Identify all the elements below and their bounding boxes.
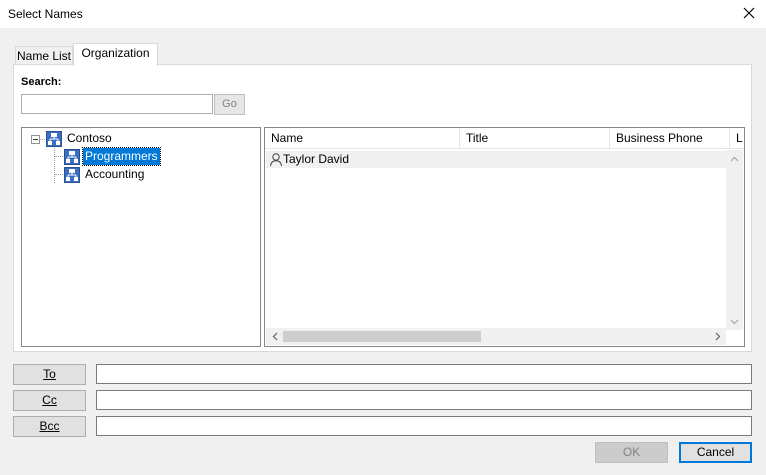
cancel-button-label: Cancel (696, 445, 735, 459)
tree-item-label: Contoso (67, 131, 112, 145)
bcc-field[interactable] (96, 416, 752, 436)
close-icon (743, 7, 755, 19)
cc-button-label: Cc (42, 393, 57, 407)
vertical-scrollbar[interactable] (726, 150, 743, 330)
scroll-up-button[interactable] (726, 150, 743, 167)
ok-button[interactable]: OK (595, 442, 668, 463)
collapse-toggle-icon[interactable] (31, 135, 40, 144)
tab-name-list-label: Name List (16, 49, 72, 63)
cancel-button[interactable]: Cancel (679, 442, 752, 463)
bcc-button[interactable]: Bcc (13, 416, 86, 437)
tab-organization[interactable]: Organization (73, 43, 158, 66)
to-button-label: To (43, 367, 56, 381)
go-button-label: Go (222, 98, 237, 110)
to-field[interactable] (96, 364, 752, 384)
contact-list[interactable]: Name Title Business Phone L Taylor David (264, 127, 745, 347)
scroll-right-button[interactable] (709, 328, 726, 345)
cc-button[interactable]: Cc (13, 390, 86, 411)
tree-item-accounting[interactable]: Accounting (64, 166, 184, 183)
chevron-right-icon (715, 332, 720, 341)
bcc-button-label: Bcc (39, 419, 60, 433)
column-header-name[interactable]: Name (265, 128, 460, 148)
scroll-left-button[interactable] (266, 328, 283, 345)
tree-connector (55, 156, 63, 157)
organization-icon (64, 167, 80, 183)
person-icon (270, 153, 282, 167)
organization-tree[interactable]: Contoso Programmers Accounting (21, 127, 261, 347)
tree-item-label: Programmers (82, 147, 161, 166)
window-title: Select Names (8, 7, 83, 21)
to-button[interactable]: To (13, 364, 86, 385)
search-input[interactable] (21, 94, 213, 114)
tree-connector (54, 148, 55, 183)
list-item[interactable]: Taylor David (266, 151, 726, 168)
chevron-down-icon (730, 319, 739, 324)
horizontal-scroll-thumb[interactable] (283, 331, 481, 342)
column-header-title[interactable]: Title (460, 128, 610, 148)
tab-name-list[interactable]: Name List (15, 46, 73, 66)
list-header: Name Title Business Phone L (265, 128, 744, 149)
column-header-location[interactable]: L (730, 128, 744, 148)
chevron-left-icon (272, 332, 277, 341)
search-label: Search: (21, 76, 62, 88)
horizontal-scrollbar[interactable] (266, 328, 726, 345)
close-button[interactable] (738, 4, 760, 24)
tab-organization-label: Organization (81, 46, 150, 60)
tree-connector (55, 174, 63, 175)
organization-icon (46, 131, 62, 147)
tree-item-programmers[interactable]: Programmers (64, 147, 184, 166)
cc-field[interactable] (96, 390, 752, 410)
ok-button-label: OK (622, 445, 641, 459)
tree-connector (40, 139, 45, 140)
tree-item-label: Accounting (85, 167, 145, 181)
title-bar: Select Names (0, 0, 766, 28)
contact-name: Taylor David (283, 152, 350, 166)
tree-item-contoso[interactable]: Contoso (46, 130, 166, 147)
column-header-business-phone[interactable]: Business Phone (610, 128, 730, 148)
scroll-down-button[interactable] (726, 313, 743, 330)
organization-icon (64, 149, 80, 165)
go-button[interactable]: Go (214, 94, 245, 115)
chevron-up-icon (730, 156, 739, 161)
